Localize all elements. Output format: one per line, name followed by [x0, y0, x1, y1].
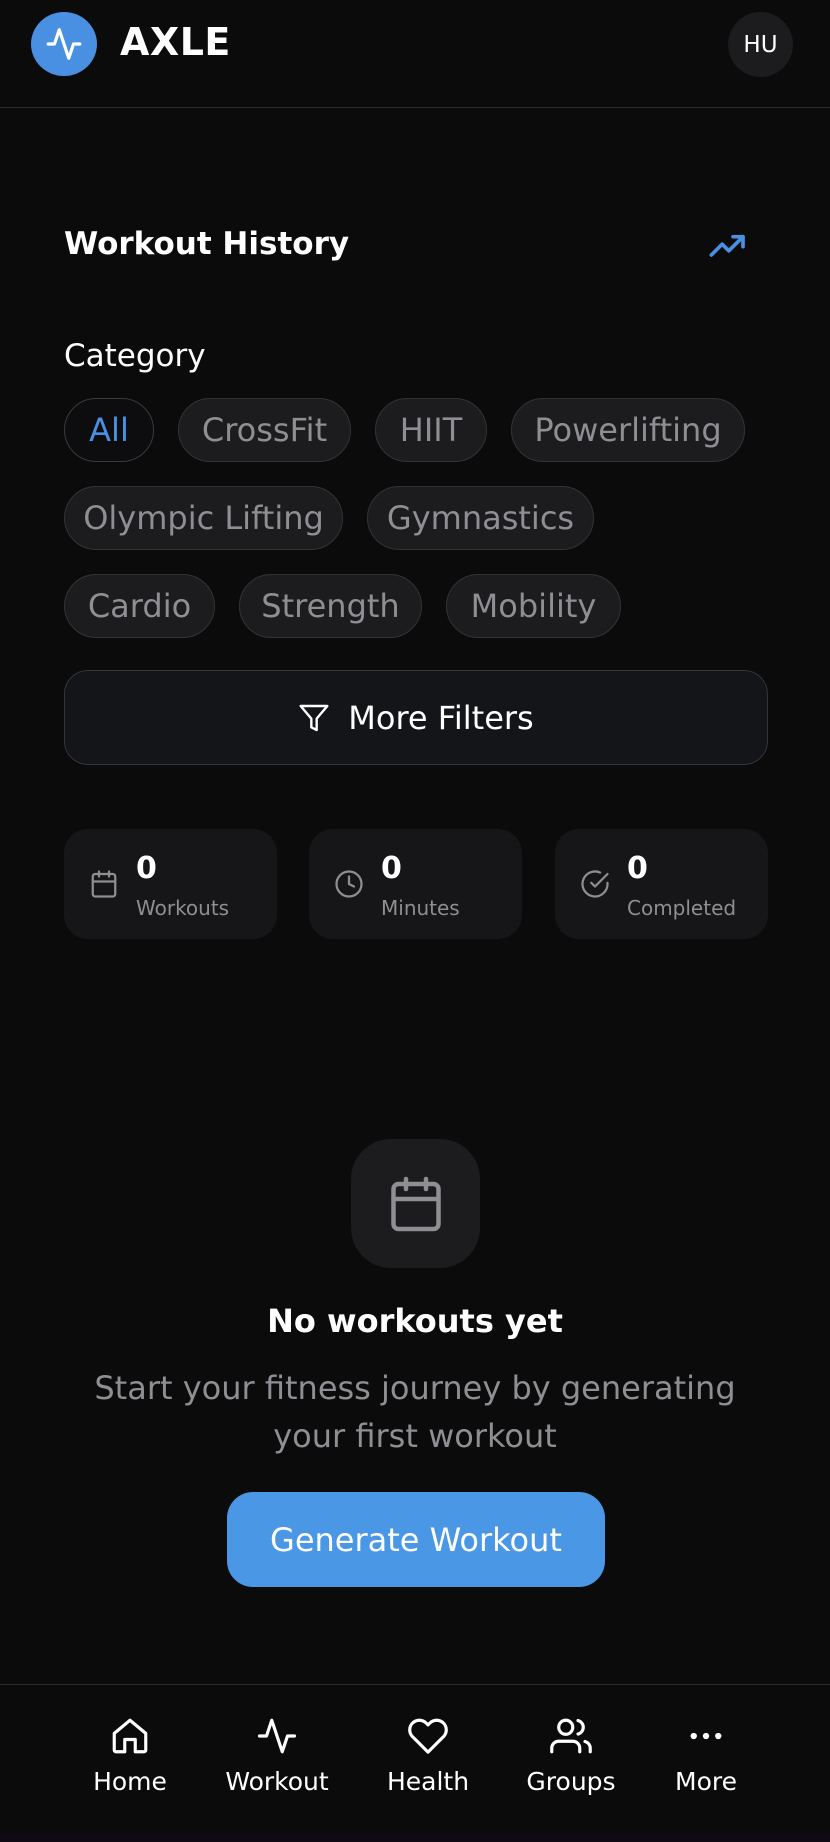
bottom-nav: Home Workout Health Groups More — [0, 1684, 830, 1842]
nav-label: Workout — [225, 1767, 329, 1796]
stat-label: Completed — [627, 896, 737, 920]
stat-card-minutes: 0 Minutes — [309, 829, 522, 939]
activity-icon — [46, 28, 82, 60]
app-root: AXLE HU Workout History Category All Cro… — [0, 0, 830, 1842]
stat-card-workouts: 0 Workouts — [64, 829, 277, 939]
calendar-icon — [91, 870, 117, 898]
chip-gymnastics[interactable]: Gymnastics — [367, 486, 594, 550]
chip-cardio[interactable]: Cardio — [64, 574, 215, 638]
empty-state-icon-box — [351, 1139, 480, 1268]
stat-value: 0 — [381, 851, 402, 886]
stat-label: Minutes — [381, 896, 460, 920]
chip-all[interactable]: All — [64, 398, 154, 462]
nav-item-groups[interactable]: Groups — [506, 1715, 636, 1815]
stat-value: 0 — [136, 851, 157, 886]
category-label: Category — [64, 338, 206, 374]
empty-state-title: No workouts yet — [267, 1302, 563, 1340]
heart-icon — [408, 1718, 448, 1754]
nav-item-health[interactable]: Health — [363, 1715, 493, 1815]
brand-name: AXLE — [120, 20, 231, 64]
more-filters-label: More Filters — [348, 698, 534, 737]
nav-label: Home — [93, 1767, 167, 1796]
more-filters-button[interactable]: More Filters — [64, 670, 768, 765]
chip-strength[interactable]: Strength — [239, 574, 422, 638]
chip-crossfit[interactable]: CrossFit — [178, 398, 351, 462]
home-icon — [112, 1718, 148, 1754]
logo[interactable] — [31, 12, 97, 76]
generate-workout-button[interactable]: Generate Workout — [227, 1492, 605, 1587]
chip-hiit[interactable]: HIIT — [375, 398, 487, 462]
stat-label: Workouts — [136, 896, 230, 920]
check-circle-icon — [581, 870, 609, 898]
activity-icon — [257, 1718, 297, 1754]
page-title: Workout History — [64, 226, 350, 262]
stat-value: 0 — [627, 851, 648, 886]
chip-mobility[interactable]: Mobility — [446, 574, 621, 638]
empty-state-text: Start your fitness journey by generating… — [94, 1369, 736, 1455]
nav-label: More — [675, 1767, 737, 1796]
top-header: AXLE HU — [0, 0, 830, 108]
filter-icon — [299, 704, 329, 731]
avatar[interactable]: HU — [728, 12, 793, 77]
home-indicator-strip — [0, 1834, 830, 1842]
nav-label: Groups — [526, 1767, 616, 1796]
nav-item-more[interactable]: More — [641, 1715, 771, 1815]
more-icon — [690, 1732, 722, 1740]
nav-label: Health — [386, 1767, 470, 1796]
nav-item-home[interactable]: Home — [65, 1715, 195, 1815]
nav-item-workout[interactable]: Workout — [212, 1715, 342, 1815]
chip-olympic-lifting[interactable]: Olympic Lifting — [64, 486, 343, 550]
stat-card-completed: 0 Completed — [555, 829, 768, 939]
chip-powerlifting[interactable]: Powerlifting — [511, 398, 745, 462]
users-icon — [550, 1718, 592, 1754]
trending-up-icon[interactable] — [708, 230, 748, 260]
calendar-icon — [390, 1176, 441, 1231]
clock-icon — [335, 870, 363, 898]
